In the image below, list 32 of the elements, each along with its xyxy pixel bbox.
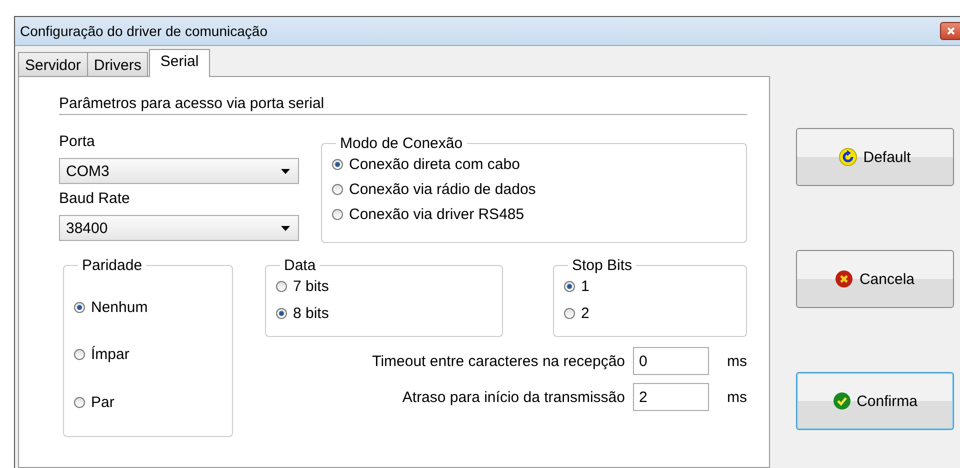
tab[interactable]: Serial	[149, 49, 210, 77]
radio-option[interactable]: Par	[74, 394, 222, 411]
input-field[interactable]: 2	[633, 383, 709, 411]
dialog-button[interactable]: Confirma	[796, 372, 954, 430]
radio-option[interactable]: 8 bits	[276, 305, 492, 322]
unit-label: ms	[726, 388, 747, 406]
radio-option[interactable]: 1	[564, 278, 736, 295]
input-field[interactable]: 0	[633, 347, 709, 375]
port-label: Porta	[59, 133, 96, 150]
dialog-button[interactable]: Default	[796, 128, 954, 186]
group-title: Stop Bits	[571, 257, 634, 274]
baud-rate-dropdown[interactable]: 38400	[59, 215, 299, 241]
radio-option[interactable]: Conexão via rádio de dados	[332, 181, 736, 198]
radio-option[interactable]: Ímpar	[74, 346, 222, 364]
group-title: Data	[283, 257, 317, 274]
radio-option[interactable]: Nenhum	[74, 299, 222, 316]
radio-option[interactable]: 7 bits	[276, 278, 492, 295]
group-title: Paridade	[81, 257, 144, 274]
baud-rate-label: Baud Rate	[59, 190, 131, 207]
tab[interactable]: Drivers	[86, 52, 148, 76]
dialog-button[interactable]: Cancela	[796, 250, 954, 308]
section-title: Parâmetros para acesso via porta serial	[59, 95, 747, 115]
radio-option[interactable]: Conexão direta com cabo	[332, 156, 736, 173]
group-title: Modo de Conexão	[339, 135, 464, 152]
field-label: Timeout entre caracteres na recepção	[372, 352, 625, 370]
window-title: Configuração do driver de comunicação	[19, 23, 268, 39]
field-label: Atraso para início da transmissão	[402, 388, 625, 406]
radio-option[interactable]: Conexão via driver RS485	[332, 206, 736, 223]
radio-option[interactable]: 2	[564, 305, 736, 322]
port-dropdown[interactable]: COM3	[59, 158, 299, 184]
unit-label: ms	[726, 352, 747, 370]
tab[interactable]: Servidor	[18, 52, 88, 76]
